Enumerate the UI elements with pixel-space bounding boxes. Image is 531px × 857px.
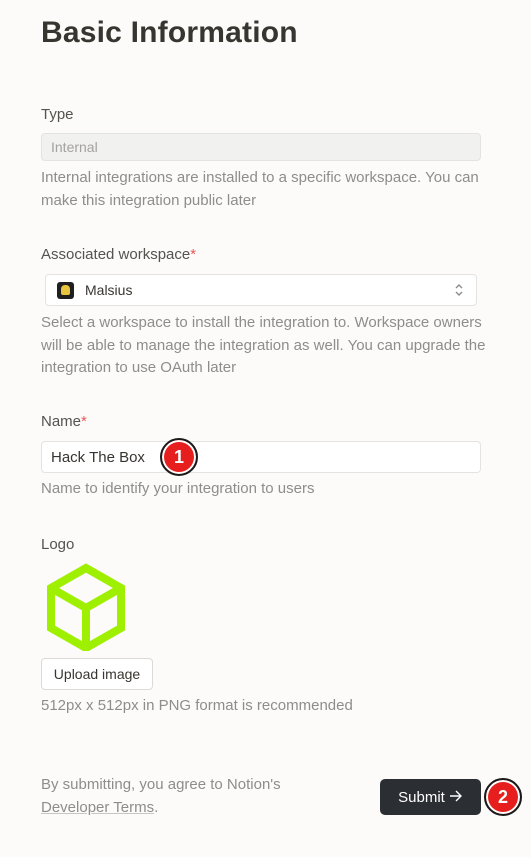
annotation-badge-1: 1: [160, 438, 198, 476]
type-help-text: Internal integrations are installed to a…: [41, 169, 479, 209]
type-label: Type: [41, 106, 74, 123]
workspace-select[interactable]: Malsius: [45, 274, 477, 306]
workspace-label: Associated workspace*: [41, 246, 196, 263]
workspace-help-text: Select a workspace to install the integr…: [41, 314, 486, 376]
submit-label: Submit: [398, 788, 445, 806]
workspace-label-text: Associated workspace: [41, 246, 191, 263]
integration-form-page: Basic Information Type Internal Internal…: [0, 0, 531, 857]
name-input-value: Hack The Box: [51, 448, 145, 466]
logo-help-text: 512px x 512px in PNG format is recommend…: [41, 697, 353, 714]
workspace-avatar-icon: [57, 281, 74, 299]
name-help-text: Name to identify your integration to use…: [41, 480, 315, 497]
required-marker: *: [81, 413, 87, 430]
terms-notice-text: By submitting, you agree to Notion's: [41, 776, 281, 793]
terms-notice: By submitting, you agree to Notion's Dev…: [41, 774, 341, 819]
submit-button[interactable]: Submit: [380, 779, 481, 815]
workspace-selected-value: Malsius: [85, 282, 133, 298]
integration-logo-image: [46, 563, 126, 656]
name-label: Name*: [41, 413, 87, 430]
developer-terms-link[interactable]: Developer Terms: [41, 799, 154, 816]
required-marker: *: [190, 246, 197, 263]
arrow-right-icon: [449, 789, 463, 806]
name-label-text: Name: [41, 413, 82, 430]
annotation-badge-2: 2: [484, 778, 522, 816]
upload-image-button[interactable]: Upload image: [41, 658, 153, 690]
logo-label: Logo: [41, 536, 75, 553]
name-input[interactable]: Hack The Box: [41, 441, 481, 473]
page-title: Basic Information: [41, 16, 298, 49]
type-field: Internal: [41, 133, 481, 161]
select-chevron-icon: [454, 283, 464, 300]
terms-period: .: [154, 798, 159, 816]
